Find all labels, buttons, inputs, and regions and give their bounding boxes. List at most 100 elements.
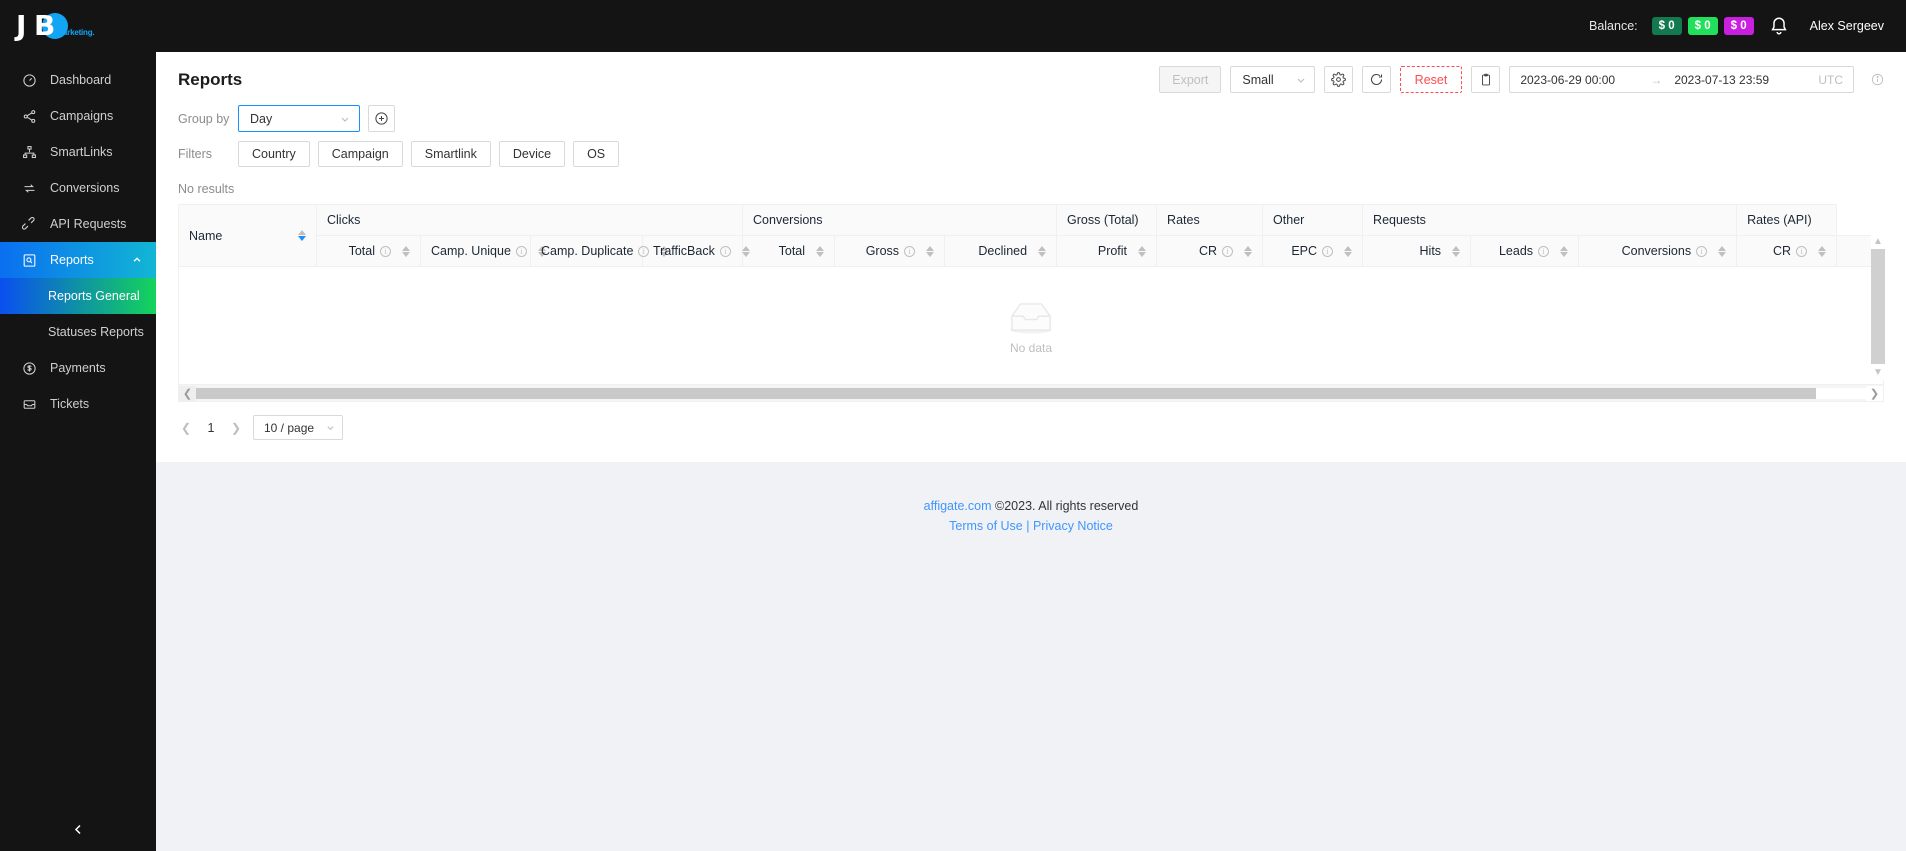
sidebar-item-dashboard[interactable]: Dashboard bbox=[0, 62, 156, 98]
filter-button-os[interactable]: OS bbox=[573, 141, 619, 167]
export-button[interactable]: Export bbox=[1159, 66, 1221, 93]
sidebar-item-reports[interactable]: Reports bbox=[0, 242, 156, 278]
scroll-up-arrow-icon[interactable]: ▲ bbox=[1873, 233, 1883, 249]
column-header-camp-unique[interactable]: Camp. Uniquei bbox=[421, 236, 531, 267]
pagination-page-1[interactable]: 1 bbox=[203, 421, 219, 435]
info-icon[interactable]: i bbox=[1322, 246, 1333, 257]
vertical-scroll-thumb[interactable] bbox=[1871, 249, 1885, 364]
app-logo[interactable]: J B marketing. bbox=[0, 0, 156, 52]
reset-button[interactable]: Reset bbox=[1400, 66, 1463, 93]
sort-indicator[interactable] bbox=[1138, 246, 1146, 257]
info-icon[interactable]: i bbox=[1222, 246, 1233, 257]
sort-indicator[interactable] bbox=[1038, 246, 1046, 257]
info-icon[interactable]: i bbox=[720, 246, 731, 257]
user-menu[interactable]: Alex Sergeev bbox=[1810, 19, 1884, 33]
info-icon[interactable]: i bbox=[516, 246, 527, 257]
column-header-hits[interactable]: Hits bbox=[1363, 236, 1471, 267]
balance-badge-1[interactable]: $ 0 bbox=[1652, 17, 1682, 35]
privacy-notice-link[interactable]: Privacy Notice bbox=[1033, 519, 1113, 533]
info-icon[interactable]: i bbox=[1696, 246, 1707, 257]
info-circle-icon[interactable] bbox=[1871, 73, 1884, 86]
copy-button[interactable] bbox=[1471, 66, 1500, 93]
column-header-conversions-declined[interactable]: Declined bbox=[945, 236, 1057, 267]
info-icon[interactable]: i bbox=[1538, 246, 1549, 257]
column-header-cr[interactable]: CRi bbox=[1157, 236, 1263, 267]
horizontal-scroll-thumb[interactable] bbox=[196, 388, 1816, 399]
sidebar-item-payments[interactable]: Payments bbox=[0, 350, 156, 386]
column-header-leads[interactable]: Leadsi bbox=[1471, 236, 1579, 267]
pagination-next-button[interactable]: ❯ bbox=[228, 421, 244, 435]
column-header-conversions-gross[interactable]: Grossi bbox=[835, 236, 945, 267]
horizontal-scroll-track[interactable] bbox=[196, 388, 1866, 399]
table-vertical-scrollbar[interactable]: ▲ ▼ bbox=[1871, 233, 1885, 380]
date-from-input[interactable]: 2023-06-29 00:00 bbox=[1520, 73, 1638, 87]
group-by-value: Day bbox=[250, 112, 272, 126]
info-icon[interactable]: i bbox=[638, 246, 649, 257]
sort-indicator[interactable] bbox=[1718, 246, 1726, 257]
sidebar-item-smartlinks[interactable]: SmartLinks bbox=[0, 134, 156, 170]
column-header-trafficback[interactable]: TrafficBacki bbox=[643, 236, 743, 267]
balance-badges: $ 0 $ 0 $ 0 bbox=[1652, 17, 1754, 35]
scroll-down-arrow-icon[interactable]: ▼ bbox=[1873, 364, 1883, 380]
sort-indicator[interactable] bbox=[1344, 246, 1352, 257]
info-icon[interactable]: i bbox=[380, 246, 391, 257]
balance-badge-2[interactable]: $ 0 bbox=[1688, 17, 1718, 35]
sort-indicator[interactable] bbox=[926, 246, 934, 257]
sidebar-item-tickets[interactable]: Tickets bbox=[0, 386, 156, 422]
label: Conversions bbox=[1622, 244, 1691, 258]
filter-button-device[interactable]: Device bbox=[499, 141, 565, 167]
sort-indicator[interactable] bbox=[1560, 246, 1568, 257]
scroll-right-arrow-icon[interactable]: ❯ bbox=[1866, 386, 1883, 401]
filter-button-country[interactable]: Country bbox=[238, 141, 310, 167]
column-header-name[interactable]: Name bbox=[179, 205, 317, 267]
date-to-input[interactable]: 2023-07-13 23:59 bbox=[1674, 73, 1792, 87]
column-header-profit[interactable]: Profit bbox=[1057, 236, 1157, 267]
column-header-api-conversions[interactable]: Conversions i bbox=[1579, 236, 1737, 267]
scroll-left-arrow-icon[interactable]: ❮ bbox=[179, 386, 196, 401]
label: Gross bbox=[866, 244, 899, 258]
sidebar-item-campaigns[interactable]: Campaigns bbox=[0, 98, 156, 134]
column-header-conversions-total[interactable]: Total bbox=[743, 236, 835, 267]
sort-indicator[interactable] bbox=[1244, 246, 1252, 257]
filter-button-campaign[interactable]: Campaign bbox=[318, 141, 403, 167]
sidebar-collapse-button[interactable] bbox=[0, 807, 156, 851]
refresh-button[interactable] bbox=[1362, 66, 1391, 93]
table-size-select[interactable]: Small bbox=[1230, 66, 1314, 93]
sidebar-item-conversions[interactable]: Conversions bbox=[0, 170, 156, 206]
page-size-select[interactable]: 10 / page bbox=[253, 415, 343, 440]
label: Total bbox=[349, 244, 375, 258]
balance-badge-3[interactable]: $ 0 bbox=[1724, 17, 1754, 35]
sort-indicator[interactable] bbox=[816, 246, 824, 257]
column-header-camp-duplicate[interactable]: Camp. Duplicatei bbox=[531, 236, 643, 267]
api-icon bbox=[22, 217, 37, 232]
column-header-epc[interactable]: EPCi bbox=[1263, 236, 1363, 267]
footer-separator: | bbox=[1023, 519, 1033, 533]
add-group-button[interactable] bbox=[368, 105, 395, 132]
toolbar: Export Small bbox=[1159, 66, 1884, 93]
sort-indicator[interactable] bbox=[1818, 246, 1826, 257]
group-by-select[interactable]: Day bbox=[238, 105, 360, 132]
sort-indicator[interactable] bbox=[742, 246, 750, 257]
sidebar-item-label: Dashboard bbox=[50, 73, 111, 87]
label: Leads bbox=[1499, 244, 1533, 258]
settings-button[interactable] bbox=[1324, 66, 1353, 93]
column-header-clicks-total[interactable]: Totali bbox=[317, 236, 421, 267]
info-icon[interactable]: i bbox=[904, 246, 915, 257]
column-group-rates-api: Rates (API) bbox=[1737, 205, 1837, 236]
sort-indicator[interactable] bbox=[1452, 246, 1460, 257]
terms-of-use-link[interactable]: Terms of Use bbox=[949, 519, 1023, 533]
sidebar-item-reports-general[interactable]: Reports General bbox=[0, 278, 156, 314]
date-range-picker[interactable]: 2023-06-29 00:00 → 2023-07-13 23:59 UTC bbox=[1509, 66, 1854, 93]
sidebar-item-api-requests[interactable]: API Requests bbox=[0, 206, 156, 242]
sidebar-item-statuses-reports[interactable]: Statuses Reports bbox=[0, 314, 156, 350]
pagination-prev-button[interactable]: ❮ bbox=[178, 421, 194, 435]
filter-button-smartlink[interactable]: Smartlink bbox=[411, 141, 491, 167]
top-bar: J B marketing. Balance: $ 0 $ 0 $ 0 Alex… bbox=[0, 0, 1906, 52]
sort-indicator[interactable] bbox=[402, 246, 410, 257]
info-icon[interactable]: i bbox=[1796, 246, 1807, 257]
sort-indicator[interactable] bbox=[298, 230, 306, 241]
footer-site-link[interactable]: affigate.com bbox=[924, 499, 992, 513]
table-horizontal-scrollbar[interactable]: ❮ ❯ bbox=[178, 385, 1884, 402]
bell-icon[interactable] bbox=[1768, 15, 1790, 37]
column-header-api-cr[interactable]: CRi bbox=[1737, 236, 1837, 267]
